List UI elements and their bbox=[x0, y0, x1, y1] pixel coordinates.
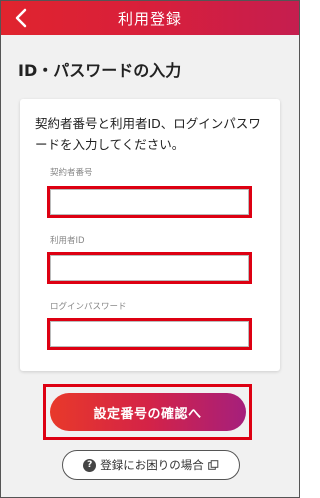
instruction-text: 契約者番号と利用者ID、ログインパスワードを入力してください。 bbox=[35, 116, 261, 152]
user-id-label: 利用者ID bbox=[50, 236, 85, 246]
password-label: ログインパスワード bbox=[50, 302, 127, 312]
external-link-icon bbox=[207, 460, 219, 470]
password-input[interactable] bbox=[50, 321, 249, 347]
page-title: ID・パスワードの入力 bbox=[18, 61, 182, 80]
app-frame: 利用登録 ID・パスワードの入力 契約者番号と利用者ID、ログインパスワードを入… bbox=[0, 0, 300, 498]
contract-number-input[interactable] bbox=[50, 189, 249, 215]
help-label: 登録にお困りの場合 bbox=[100, 458, 204, 472]
question-icon: ? bbox=[83, 458, 97, 472]
user-id-field-wrapper bbox=[47, 252, 252, 284]
contract-number-field-wrapper bbox=[47, 186, 252, 218]
user-id-input[interactable] bbox=[50, 255, 249, 281]
header-title: 利用登録 bbox=[117, 9, 182, 28]
confirm-button-highlight: 設定番号の確認へ bbox=[43, 384, 252, 440]
registration-help-button[interactable]: ? 登録にお困りの場合 bbox=[62, 450, 240, 480]
app-header: 利用登録 bbox=[1, 1, 299, 35]
contract-number-label: 契約者番号 bbox=[50, 168, 93, 178]
chevron-left-icon bbox=[15, 8, 27, 28]
confirm-setting-number-button[interactable]: 設定番号の確認へ bbox=[49, 393, 246, 431]
password-field-wrapper bbox=[47, 318, 252, 350]
back-button[interactable] bbox=[7, 4, 35, 32]
